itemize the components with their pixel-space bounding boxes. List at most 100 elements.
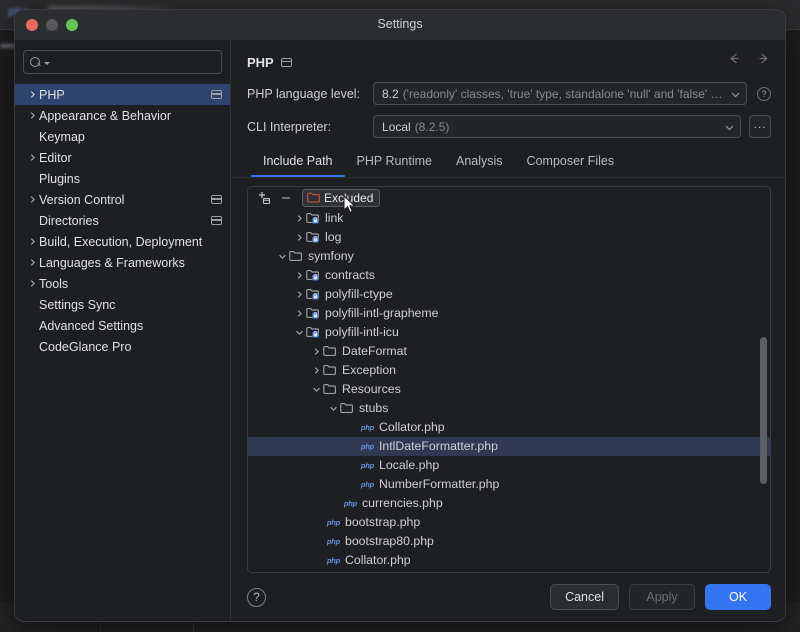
project-scope-icon [211,216,222,225]
chevron-down-icon[interactable] [292,328,306,337]
chevron-right-icon[interactable] [25,90,39,99]
tree-row[interactable]: php bootstrap.php [248,513,770,532]
arrow-right-icon[interactable] [756,51,771,66]
chevron-down-icon[interactable] [717,120,734,134]
sidebar-item-plugins[interactable]: Plugins [15,168,230,189]
sidebar-item-codeglance-pro[interactable]: CodeGlance Pro [15,336,230,357]
apply-button[interactable]: Apply [629,584,695,610]
sidebar-item-label: Languages & Frameworks [39,256,222,270]
php-file-icon: php [357,442,375,451]
help-icon[interactable]: ? [757,87,771,101]
sidebar-item-settings-sync[interactable]: Settings Sync [15,294,230,315]
folder-module-icon [306,307,321,319]
chevron-right-icon[interactable] [25,258,39,267]
tree-row[interactable]: phpcurrencies.php [248,494,770,513]
sidebar-item-version-control[interactable]: Version Control [15,189,230,210]
tab-php-runtime[interactable]: PHP Runtime [345,152,445,177]
footer-buttons: Cancel Apply OK [550,584,771,610]
chevron-right-icon[interactable] [25,237,39,246]
dialog-titlebar[interactable]: Settings [15,10,785,40]
sidebar-item-languages-frameworks[interactable]: Languages & Frameworks [15,252,230,273]
tree-row[interactable]: DateFormat [248,342,770,361]
tree-row[interactable]: polyfill-intl-grapheme [248,304,770,323]
search-box[interactable] [23,50,222,74]
tab-analysis[interactable]: Analysis [444,152,515,177]
cli-interpreter-more-button[interactable]: ... [749,115,771,138]
chevron-right-icon[interactable] [309,347,323,356]
remove-path-icon[interactable] [276,188,296,208]
folder-icon [340,402,355,414]
dialog-body: PHPAppearance & BehaviorKeymapEditorPlug… [15,40,785,621]
project-scope-icon [211,195,222,204]
cli-interpreter-version: (8.2.5) [415,120,450,134]
sidebar-item-tools[interactable]: Tools [15,273,230,294]
tree-row[interactable]: log [248,228,770,247]
sidebar-item-php[interactable]: PHP [15,84,230,105]
tree-row[interactable]: phpNumberFormatter.php [248,475,770,494]
chevron-down-icon[interactable] [326,404,340,413]
tree-row[interactable]: stubs [248,399,770,418]
cli-interpreter-row: CLI Interpreter: Local (8.2.5) ... [247,115,771,138]
chevron-right-icon[interactable] [25,195,39,204]
help-button[interactable]: ? [247,588,266,607]
tree-row[interactable]: link [248,209,770,228]
sidebar-item-directories[interactable]: Directories [15,210,230,231]
sidebar-item-label: Settings Sync [39,298,222,312]
tree-vertical-scrollbar[interactable] [760,337,767,484]
sidebar-item-advanced-settings[interactable]: Advanced Settings [15,315,230,336]
chevron-down-icon[interactable] [723,87,740,101]
chevron-right-icon[interactable] [292,309,306,318]
sidebar-item-editor[interactable]: Editor [15,147,230,168]
mouse-cursor [343,195,356,214]
include-path-tree-scroll[interactable]: linklogsymfonycontractspolyfill-ctypepol… [248,209,770,572]
tree-row-label: bootstrap.php [345,515,420,529]
add-path-icon[interactable] [254,188,274,208]
php-file-icon: php [323,537,341,546]
tree-row[interactable]: Resources [248,380,770,399]
dialog-footer: ? Cancel Apply OK [231,573,785,621]
tree-row[interactable]: polyfill-ctype [248,285,770,304]
ok-button[interactable]: OK [705,584,771,610]
php-file-icon: php [323,518,341,527]
chevron-right-icon[interactable] [309,366,323,375]
search-input[interactable] [53,55,215,69]
chevron-right-icon[interactable] [25,153,39,162]
chevron-right-icon[interactable] [292,290,306,299]
sidebar-item-appearance-behavior[interactable]: Appearance & Behavior [15,105,230,126]
folder-excluded-icon [307,192,320,203]
tab-include-path[interactable]: Include Path [251,152,345,177]
include-path-toolbar: Excluded [248,187,770,209]
chevron-right-icon[interactable] [292,271,306,280]
php-language-level-select[interactable]: 8.2 ('readonly' classes, 'true' type, st… [373,82,747,105]
tree-row[interactable]: composer.json [248,570,770,572]
tree-row[interactable]: Exception [248,361,770,380]
tree-row[interactable]: phpLocale.php [248,456,770,475]
arrow-left-icon[interactable] [727,51,742,66]
project-scope-icon [281,58,292,67]
sidebar-nav: PHPAppearance & BehaviorKeymapEditorPlug… [15,82,230,357]
tree-row-label: polyfill-intl-icu [325,325,399,339]
chevron-down-icon[interactable] [44,62,50,65]
tree-row[interactable]: phpCollator.php [248,551,770,570]
chevron-right-icon[interactable] [25,279,39,288]
chevron-down-icon[interactable] [309,385,323,394]
chevron-down-icon[interactable] [275,252,289,261]
chevron-right-icon[interactable] [292,214,306,223]
tree-row-label: Locale.php [379,458,439,472]
tree-row-label: Resources [342,382,401,396]
tree-row[interactable]: symfony [248,247,770,266]
tree-row[interactable]: polyfill-intl-icu [248,323,770,342]
sidebar-item-build-execution-deployment[interactable]: Build, Execution, Deployment [15,231,230,252]
tree-row[interactable]: phpCollator.php [248,418,770,437]
root-node-excluded[interactable]: Excluded [302,189,380,207]
chevron-right-icon[interactable] [292,233,306,242]
tree-row[interactable]: phpbootstrap80.php [248,532,770,551]
tab-composer-files[interactable]: Composer Files [515,152,627,177]
cancel-button[interactable]: Cancel [550,584,619,610]
sidebar-item-keymap[interactable]: Keymap [15,126,230,147]
sidebar-item-label: Advanced Settings [39,319,222,333]
tree-row[interactable]: contracts [248,266,770,285]
tree-row[interactable]: phpIntlDateFormatter.php [248,437,770,456]
chevron-right-icon[interactable] [25,111,39,120]
cli-interpreter-select[interactable]: Local (8.2.5) [373,115,741,138]
